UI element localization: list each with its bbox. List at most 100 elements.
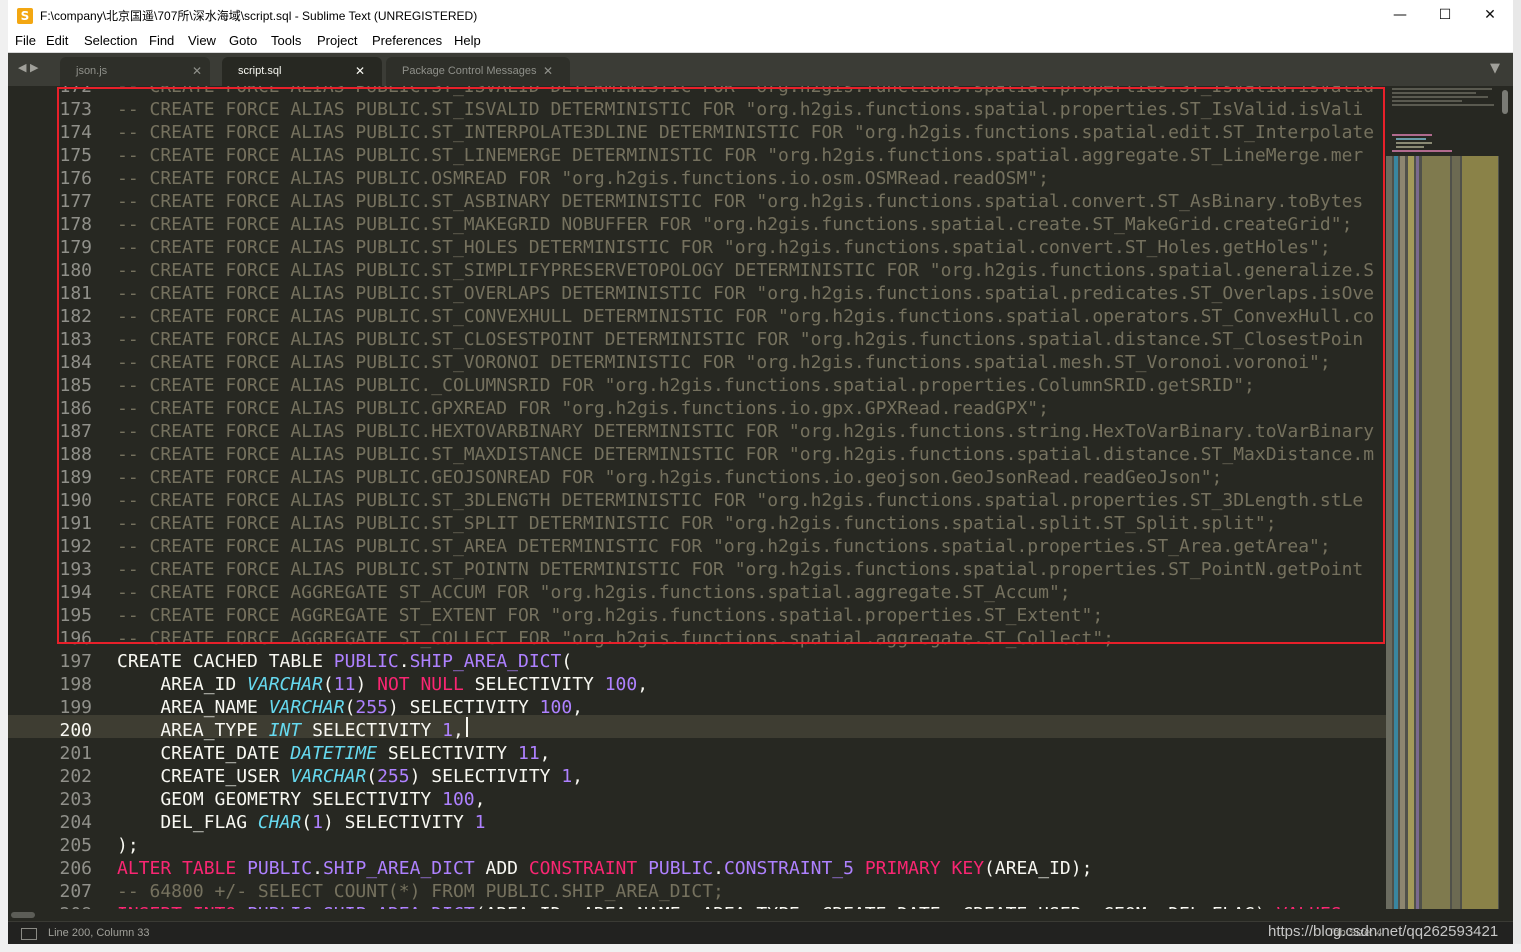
code-token: SELECTIVITY <box>301 720 443 741</box>
code-token: ) <box>355 674 378 695</box>
menu-tools[interactable]: Tools <box>271 33 301 48</box>
line-number: 207 <box>59 881 92 902</box>
tab-bar: ◀ ▶ json.js ✕ script.sql ✕ Package Contr… <box>8 53 1513 86</box>
code-line[interactable]: ALTER TABLE PUBLIC.SHIP_AREA_DICT ADD CO… <box>117 857 1092 880</box>
cursor-position: Line 200, Column 33 <box>48 927 150 939</box>
line-number: 199 <box>59 697 92 718</box>
menu-find[interactable]: Find <box>149 33 174 48</box>
close-tab-icon[interactable]: ✕ <box>192 64 202 78</box>
code-token: CHAR <box>257 812 302 833</box>
code-line[interactable]: AREA_TYPE INT SELECTIVITY 1, <box>117 719 463 742</box>
minimap[interactable] <box>1386 86 1499 909</box>
title-bar[interactable]: S F:\company\北京国遥\707所\深水海域\script.sql -… <box>8 0 1513 31</box>
vertical-scroll-thumb[interactable] <box>1502 90 1508 114</box>
code-token: ) SELECTIVITY <box>409 766 562 787</box>
line-number: 202 <box>59 766 92 787</box>
window-title: F:\company\北京国遥\707所\深水海域\script.sql - S… <box>40 9 478 23</box>
code-token: . <box>398 651 410 672</box>
horizontal-scrollbar[interactable] <box>8 909 1513 921</box>
code-token: CREATE_USER <box>117 766 291 787</box>
code-editor[interactable]: 172 173 174 175 176 177 178 179 180 181 182 183 184 1… <box>8 86 1386 909</box>
code-token: ( <box>344 697 356 718</box>
code-token: VARCHAR <box>290 766 367 787</box>
desktop-left-edge <box>0 0 8 952</box>
tab-json-js[interactable]: json.js ✕ <box>60 57 210 86</box>
tab-package-control-messages[interactable]: Package Control Messages ✕ <box>386 57 570 86</box>
code-line[interactable]: CREATE_USER VARCHAR(255) SELECTIVITY 1, <box>117 765 583 788</box>
menu-help[interactable]: Help <box>454 33 481 48</box>
close-tab-icon[interactable]: ✕ <box>355 64 365 78</box>
menu-project[interactable]: Project <box>317 33 357 48</box>
code-token: ALTER TABLE <box>117 858 237 879</box>
minimize-button[interactable]: — <box>1377 0 1423 31</box>
code-line[interactable]: AREA_ID VARCHAR(11) NOT NULL SELECTIVITY… <box>117 673 648 696</box>
code-line[interactable]: ); <box>117 834 139 857</box>
code-token: (AREA_ID); <box>984 858 1093 879</box>
code-token: CONSTRAINT <box>528 858 638 879</box>
maximize-button[interactable]: ☐ <box>1422 0 1468 31</box>
code-token: . <box>312 858 323 879</box>
code-token: , <box>474 789 486 810</box>
menu-edit[interactable]: Edit <box>46 33 68 48</box>
menu-selection[interactable]: Selection <box>84 33 137 48</box>
code-token: . <box>713 858 724 879</box>
horizontal-scroll-thumb[interactable] <box>11 912 35 918</box>
menu-view[interactable]: View <box>188 33 216 48</box>
code-line[interactable]: AREA_NAME VARCHAR(255) SELECTIVITY 100, <box>117 696 583 719</box>
line-number: 198 <box>59 674 92 695</box>
minimap-overview <box>1388 86 1496 156</box>
code-token: AREA_TYPE <box>117 720 269 741</box>
sublime-app-icon: S <box>17 8 33 24</box>
code-token: 11 <box>333 674 356 695</box>
line-number: 200 <box>59 720 92 741</box>
code-token: PRIMARY KEY <box>864 858 985 879</box>
code-token: VARCHAR <box>247 674 323 695</box>
code-line[interactable]: DEL_FLAG CHAR(1) SELECTIVITY 1 <box>117 811 485 834</box>
code-token: CREATE_DATE <box>117 743 291 764</box>
code-token: 255 <box>377 766 410 787</box>
menu-goto[interactable]: Goto <box>229 33 257 48</box>
line-number: 204 <box>59 812 92 833</box>
console-toggle-icon[interactable] <box>21 928 37 940</box>
code-token: INT <box>268 720 302 741</box>
code-token: SELECTIVITY <box>377 743 518 764</box>
code-token: ( <box>366 766 378 787</box>
menu-file[interactable]: File <box>15 33 36 48</box>
tab-nav-arrows-icon[interactable]: ◀ ▶ <box>18 61 38 74</box>
code-token: CONSTRAINT_5 <box>723 858 854 879</box>
code-token: -- 64800 +/- SELECT COUNT(*) FROM PUBLIC… <box>117 881 724 902</box>
code-token: SELECTIVITY <box>463 674 605 695</box>
text-cursor <box>466 717 468 737</box>
line-number: 197 <box>59 651 92 672</box>
tab-label: Package Control Messages <box>402 65 537 77</box>
code-token: 100 <box>442 789 475 810</box>
close-tab-icon[interactable]: ✕ <box>543 64 553 78</box>
code-token: 11 <box>517 743 540 764</box>
red-annotation-box <box>57 87 1385 644</box>
vertical-scrollbar[interactable] <box>1499 86 1513 909</box>
tab-script-sql[interactable]: script.sql ✕ <box>222 57 382 86</box>
code-token: 255 <box>355 697 388 718</box>
code-line[interactable]: CREATE CACHED TABLE PUBLIC.SHIP_AREA_DIC… <box>117 650 572 673</box>
code-line[interactable]: -- 64800 +/- SELECT COUNT(*) FROM PUBLIC… <box>117 880 724 903</box>
menu-preferences[interactable]: Preferences <box>372 33 442 48</box>
code-token: 1 <box>442 720 453 741</box>
code-token: 100 <box>604 674 638 695</box>
tab-label: script.sql <box>238 65 282 77</box>
code-token: ) SELECTIVITY <box>322 812 475 833</box>
code-token: GEOM GEOMETRY SELECTIVITY <box>117 789 443 810</box>
desktop-right-edge <box>1513 0 1521 952</box>
code-line[interactable]: GEOM GEOMETRY SELECTIVITY 100, <box>117 788 485 811</box>
close-window-button[interactable]: ✕ <box>1467 0 1513 31</box>
line-number: 205 <box>59 835 92 856</box>
code-line[interactable]: CREATE_DATE DATETIME SELECTIVITY 11, <box>117 742 550 765</box>
line-number: 206 <box>59 858 92 879</box>
sublime-window: S F:\company\北京国遥\707所\深水海域\script.sql -… <box>8 0 1513 945</box>
minimap-viewport[interactable] <box>1386 156 1499 909</box>
code-token: 100 <box>539 697 573 718</box>
tab-list-dropdown-icon[interactable]: ▼ <box>1490 61 1500 76</box>
code-token: VARCHAR <box>268 697 345 718</box>
tab-label: json.js <box>76 65 108 77</box>
